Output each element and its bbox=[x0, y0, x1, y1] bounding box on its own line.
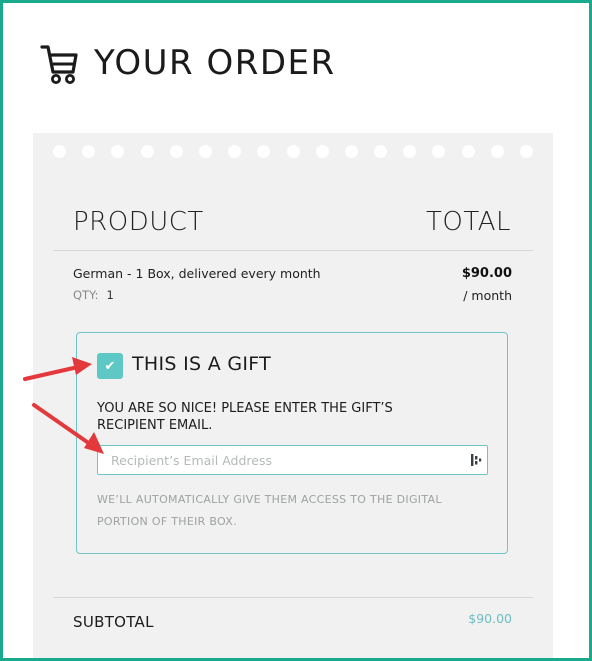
recipient-email-input[interactable] bbox=[97, 445, 488, 475]
order-header: YOUR ORDER bbox=[40, 40, 336, 86]
product-column-header: PRODUCT bbox=[73, 207, 204, 237]
line-item-name: German - 1 Box, delivered every month bbox=[73, 266, 321, 281]
receipt-perforation bbox=[53, 145, 533, 158]
page-title: YOUR ORDER bbox=[94, 43, 336, 83]
gift-options-panel: ✔ THIS IS A GIFT YOU ARE SO NICE! PLEASE… bbox=[76, 332, 508, 554]
line-item-billing-period: / month bbox=[463, 288, 512, 303]
gift-email-prompt: YOU ARE SO NICE! PLEASE ENTER THE GIFT’S… bbox=[97, 401, 393, 433]
subtotal-value: $90.00 bbox=[468, 611, 512, 626]
password-manager-icon[interactable] bbox=[470, 453, 482, 467]
subtotal-label: SUBTOTAL bbox=[73, 613, 154, 631]
cart-icon bbox=[40, 45, 78, 85]
header-divider bbox=[53, 250, 533, 251]
line-item-price: $90.00 bbox=[461, 266, 512, 281]
qty-label: QTY: bbox=[73, 288, 99, 302]
subtotal-divider bbox=[53, 597, 533, 598]
gift-checkbox[interactable]: ✔ bbox=[97, 353, 123, 379]
line-item-qty: QTY: 1 bbox=[73, 288, 114, 302]
checkmark-icon: ✔ bbox=[104, 358, 116, 374]
total-column-header: TOTAL bbox=[426, 207, 511, 237]
order-summary-card: PRODUCT TOTAL German - 1 Box, delivered … bbox=[33, 133, 553, 661]
gift-access-note: WE’LL AUTOMATICALLY GIVE THEM ACCESS TO … bbox=[97, 493, 442, 528]
qty-value: 1 bbox=[106, 288, 114, 302]
gift-checkbox-label[interactable]: THIS IS A GIFT bbox=[132, 353, 271, 375]
